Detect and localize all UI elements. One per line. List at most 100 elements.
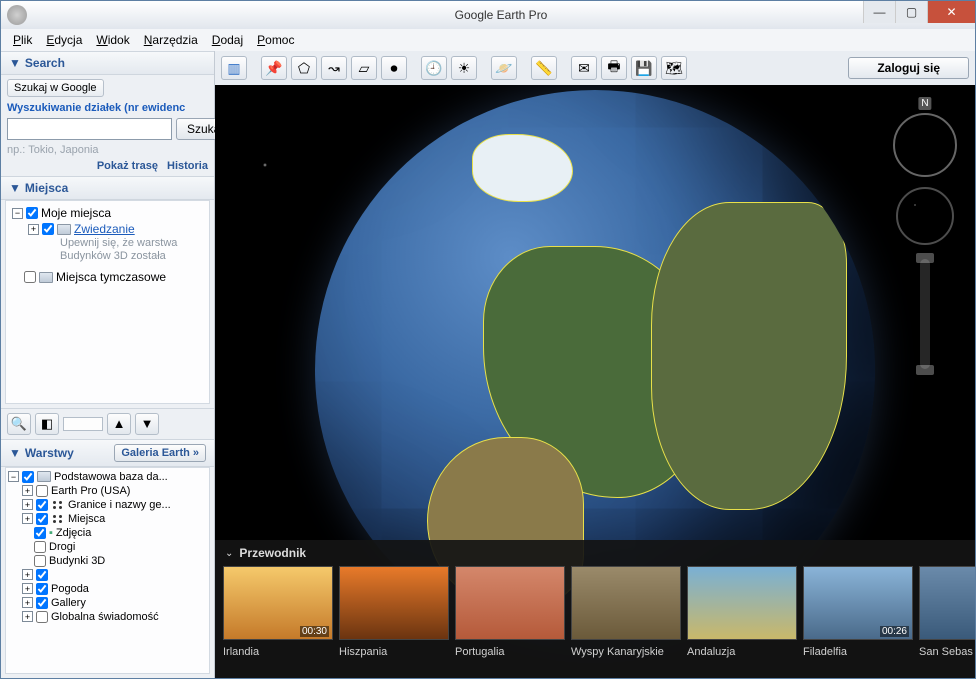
sidebar: ▼ Search Szukaj w Google Wyszukiwanie dz… [1,51,215,678]
guide-card[interactable]: Hiszpania [339,566,449,658]
expand-icon[interactable]: + [22,569,33,580]
polygon-button[interactable]: ⬠ [291,56,317,80]
search-input[interactable] [7,118,172,140]
layer-weather[interactable]: Pogoda [51,583,89,595]
layer-checkbox[interactable] [36,485,48,497]
view-in-maps-button[interactable]: 🗺 [661,56,687,80]
layer-photos[interactable]: Zdjęcia [56,527,91,539]
layer-borders[interactable]: Granice i nazwy ge... [68,499,171,511]
move-up-button[interactable]: ▲ [107,413,131,435]
menu-add[interactable]: Dodaj [206,31,249,49]
close-button[interactable]: ✕ [927,1,975,23]
layer-checkbox[interactable] [34,541,46,553]
layer-awareness[interactable]: Globalna świadomość [51,611,159,623]
ruler-button[interactable]: 📏 [531,56,557,80]
layer-checkbox[interactable] [36,597,48,609]
expand-icon[interactable]: + [22,513,33,524]
collapse-icon: ▼ [9,446,21,460]
search-panel-header[interactable]: ▼ Search [1,51,214,75]
menu-view[interactable]: Widok [90,31,135,49]
expand-icon[interactable]: + [22,485,33,496]
layer-checkbox[interactable] [36,611,48,623]
layer-roads[interactable]: Drogi [49,541,75,553]
placemark-button[interactable]: 📌 [261,56,287,80]
guide-card[interactable]: Wyspy Kanaryjskie [571,566,681,658]
expand-icon[interactable]: − [12,208,23,219]
tab-search-parcels[interactable]: Wyszukiwanie działek (nr ewidenc [7,102,185,114]
search-header-label: Search [25,56,65,70]
search-places-button[interactable]: 🔍 [7,413,31,435]
expand-icon[interactable]: + [22,499,33,510]
chevron-down-icon[interactable]: ⌄ [225,548,233,559]
maximize-button[interactable]: ▢ [895,1,927,23]
image-overlay-button[interactable]: ▱ [351,56,377,80]
layer-gallery[interactable]: Gallery [51,597,86,609]
photos-icon: ▪ [49,527,53,539]
layer-checkbox[interactable] [36,499,48,511]
planet-button[interactable]: 🪐 [491,56,517,80]
my-places-label[interactable]: Moje miejsca [41,206,111,220]
layer-checkbox[interactable] [36,513,48,525]
opacity-slider[interactable] [63,417,103,431]
compass-control[interactable] [893,113,957,177]
expand-icon[interactable]: − [8,471,19,482]
places-panel-header[interactable]: ▼ Miejsca [1,176,214,200]
login-button[interactable]: Zaloguj się [848,57,969,79]
guide-strip[interactable]: 00:30Irlandia Hiszpania Portugalia Wyspy… [215,566,975,658]
move-down-button[interactable]: ▼ [135,413,159,435]
sidebar-toggle-button[interactable]: ▥ [221,56,247,80]
temp-places-checkbox[interactable] [24,271,36,283]
layer-checkbox[interactable] [36,569,48,581]
layer-places[interactable]: Miejsca [68,513,105,525]
layers-panel-header[interactable]: ▼ Warstwy Galeria Earth » [1,439,214,467]
layer-checkbox[interactable] [22,471,34,483]
show-route-link[interactable]: Pokaż trasę [97,160,158,172]
guide-card[interactable]: 00:30Irlandia [223,566,333,658]
guide-card[interactable]: Portugalia [455,566,565,658]
navigation-controls [893,113,957,369]
menu-tools[interactable]: Narzędzia [138,31,204,49]
zoom-slider[interactable] [920,259,930,369]
history-link[interactable]: Historia [167,160,208,172]
layer-base[interactable]: Podstawowa baza da... [54,471,168,483]
look-joystick[interactable] [896,187,954,245]
guide-card[interactable]: San Sebas [919,566,975,658]
main-toolbar: ▥ 📌 ⬠ ↝ ▱ ⏺ 🕘 ☀ 🪐 📏 ✉ 🖶 💾 🗺 Zaloguj się [215,51,975,85]
tour-checkbox[interactable] [42,223,54,235]
folder-icon [39,272,53,283]
layer-checkbox[interactable] [34,527,46,539]
expand-icon[interactable]: + [22,611,33,622]
globe-viewport[interactable]: ⌄ Przewodnik 00:30Irlandia Hiszpania Por… [215,85,975,678]
window-title: Google Earth Pro [27,8,975,22]
print-button[interactable]: 🖶 [601,56,627,80]
path-button[interactable]: ↝ [321,56,347,80]
guide-card[interactable]: 00:26Filadelfia [803,566,913,658]
tour-link[interactable]: Zwiedzanie [74,222,135,236]
layers-tree: −Podstawowa baza da... +Earth Pro (USA) … [5,467,210,675]
record-tour-button[interactable]: ⏺ [381,56,407,80]
layer-checkbox[interactable] [34,555,46,567]
tour-guide-panel: ⌄ Przewodnik 00:30Irlandia Hiszpania Por… [215,540,975,678]
save-image-button[interactable]: 💾 [631,56,657,80]
history-button[interactable]: 🕘 [421,56,447,80]
toggle-panel-button[interactable]: ◧ [35,413,59,435]
menu-file[interactable]: PPliklik [7,31,38,49]
menu-help[interactable]: Pomoc [251,31,300,49]
tab-search-google[interactable]: Szukaj w Google [7,79,104,97]
folder-icon [57,224,71,235]
menu-edit[interactable]: Edycja [40,31,88,49]
expand-icon[interactable]: + [22,597,33,608]
expand-icon[interactable]: + [22,583,33,594]
layer-buildings[interactable]: Budynki 3D [49,555,105,567]
layer-earthpro[interactable]: Earth Pro (USA) [51,485,130,497]
expand-icon[interactable]: + [28,224,39,235]
guide-card[interactable]: Andaluzja [687,566,797,658]
email-button[interactable]: ✉ [571,56,597,80]
earth-gallery-button[interactable]: Galeria Earth » [114,444,206,462]
layer-checkbox[interactable] [36,583,48,595]
my-places-checkbox[interactable] [26,207,38,219]
menubar: PPliklik Edycja Widok Narzędzia Dodaj Po… [1,29,975,51]
minimize-button[interactable]: — [863,1,895,23]
sunlight-button[interactable]: ☀ [451,56,477,80]
temp-places-label[interactable]: Miejsca tymczasowe [56,270,166,284]
